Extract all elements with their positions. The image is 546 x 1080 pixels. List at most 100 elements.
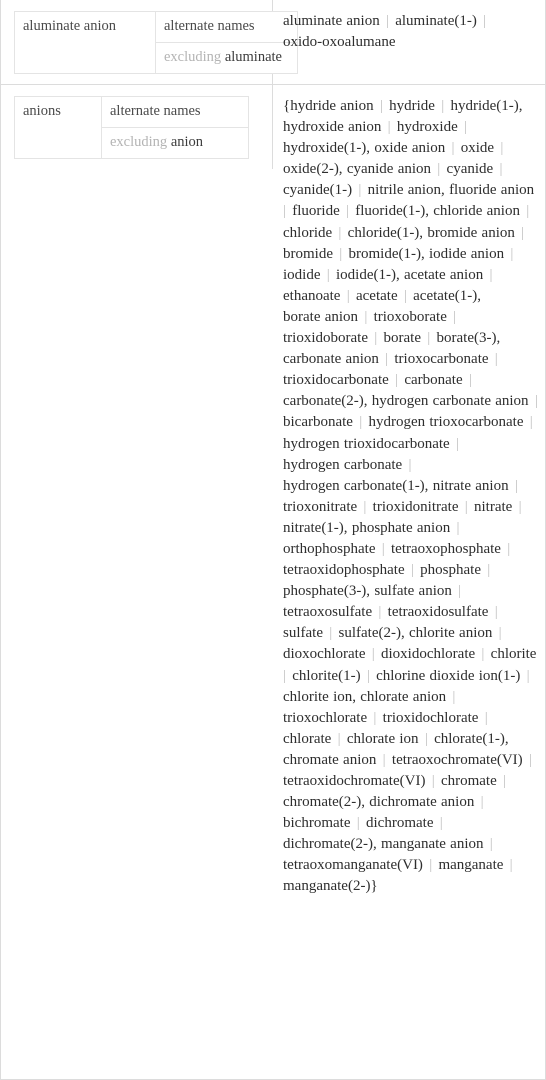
result-separator: | (380, 351, 393, 368)
assumption-option-excluding-2[interactable]: excluding anion (101, 127, 249, 159)
result-item: tetraoxidochromate(VI) (283, 773, 426, 789)
result-separator: | (399, 287, 412, 304)
result-item: fluoride(1-), (355, 203, 429, 220)
result-item: nitrate(1-), (283, 519, 348, 536)
result-item: chlorine dioxide ion(1-) (376, 667, 521, 684)
result-item: aluminate(1-) (395, 13, 477, 29)
result-item: manganate (438, 857, 504, 874)
result-item: chlorate anion (360, 688, 447, 705)
result-item: trioxidochlorate (382, 709, 479, 726)
result-item: hydrogen trioxidocarbonate (283, 435, 450, 452)
result-separator: | (354, 414, 367, 431)
result-separator: | (341, 203, 354, 220)
result-item: tetraoxidosulfate (387, 604, 489, 621)
result-separator: | (485, 266, 493, 283)
result-separator: | (433, 161, 445, 178)
result-separator: | (498, 773, 507, 789)
result-item: oxide anion (374, 140, 446, 157)
result-item: nitrile anion, (367, 182, 445, 199)
result-separator: | (494, 625, 502, 642)
result-separator: | (422, 330, 435, 347)
result-separator: | (427, 773, 439, 789)
result-separator: | (367, 646, 379, 663)
result-item: chromate (440, 773, 497, 789)
result-separator: | (478, 13, 487, 29)
assumption-option-excluding-label-2: excluding (110, 134, 168, 150)
result-item: bicarbonate (283, 414, 353, 431)
result-item: chloride anion (433, 203, 520, 220)
result-text-1: aluminate anion | aluminate(1-) | oxido-… (283, 11, 539, 53)
result-column-1: aluminate anion | aluminate(1-) | oxido-… (273, 0, 545, 63)
result-separator: | (447, 140, 459, 157)
result-separator: | (362, 667, 375, 684)
result-item: acetate (355, 287, 398, 304)
result-separator: | (335, 245, 347, 262)
result-separator: | (375, 98, 388, 114)
result-text-2: {hydride anion | hydride | hydride(1-), … (283, 96, 539, 898)
result-separator: | (480, 709, 488, 726)
result-separator: | (514, 498, 522, 515)
result-item: oxide (460, 140, 495, 157)
result-item: hydride (389, 98, 435, 114)
result-separator: | (460, 498, 472, 515)
assumption-column-1: aluminate anion alternate names excludin… (1, 0, 298, 84)
result-item: borate(3-), (436, 330, 501, 347)
result-item: fluoride anion (449, 182, 535, 199)
assumption-table-2: anions alternate names excluding anion (14, 96, 249, 159)
result-separator: | (522, 667, 530, 684)
result-separator: | (490, 351, 498, 368)
result-item: manganate(2-) (283, 878, 371, 895)
result-item: tetraoxophosphate (391, 540, 501, 557)
result-item: cyanide(1-) (283, 182, 353, 199)
result-item: hydride(1-), (450, 98, 523, 114)
result-item: trioxidoborate (283, 330, 368, 347)
result-separator: | (334, 224, 346, 241)
result-item: fluoride (292, 203, 340, 220)
result-separator: | (495, 161, 503, 178)
result-separator: | (354, 182, 366, 199)
result-item: chloride(1-), (347, 224, 424, 241)
result-item: chromate anion (283, 751, 377, 768)
assumption-option-alternate-names-2[interactable]: alternate names (101, 96, 249, 128)
result-column-2: {hydride anion | hydride | hydride(1-), … (273, 85, 545, 908)
result-item: hydroxide (396, 119, 458, 136)
assumption-subject-1: aluminate anion (14, 11, 156, 74)
result-separator: | (420, 730, 433, 747)
result-item: hydrogen trioxocarbonate (368, 414, 524, 431)
result-separator: | (390, 372, 403, 389)
assumption-option-excluding-label-1: excluding (164, 49, 222, 65)
result-item: tetraoxochromate(VI) (391, 751, 523, 768)
result-item: cyanide (446, 161, 494, 178)
result-separator: | (404, 456, 412, 473)
result-separator: | (496, 140, 504, 157)
result-separator: | (381, 13, 394, 29)
result-separator: | (374, 604, 386, 621)
result-item: iodide (283, 266, 321, 283)
assumption-column-2: anions alternate names excluding anion (1, 85, 273, 169)
result-separator: | (352, 815, 364, 832)
result-separator: | (485, 836, 493, 853)
result-item: chlorate(1-), (434, 730, 509, 747)
result-item: borate anion (283, 308, 359, 325)
result-item: carbonate anion (283, 351, 379, 368)
result-item: oxide(2-), (283, 161, 343, 178)
result-separator: | (378, 751, 390, 768)
result-item: phosphate(3-), (283, 583, 371, 600)
result-separator: | (324, 625, 337, 642)
result-item: trioxocarbonate (394, 351, 489, 368)
result-separator: | (521, 203, 530, 220)
result-separator: | (360, 308, 372, 325)
result-item: ethanoate (283, 287, 341, 304)
result-item: tetraoxomanganate(VI) (283, 857, 423, 874)
result-item: dioxochlorate (283, 646, 366, 663)
result-item: aluminate anion (283, 13, 380, 29)
result-separator: | (448, 308, 457, 325)
result-separator: | (464, 372, 472, 389)
pod-aluminate-anion: aluminate anion alternate names excludin… (1, 0, 545, 85)
result-separator: | (451, 435, 459, 452)
result-separator: | (490, 604, 498, 621)
result-item: trioxochlorate (283, 709, 368, 726)
result-item: trioxidocarbonate (283, 372, 389, 389)
result-item: oxido-oxoalumane (283, 34, 396, 51)
result-item: chlorate (283, 730, 332, 747)
